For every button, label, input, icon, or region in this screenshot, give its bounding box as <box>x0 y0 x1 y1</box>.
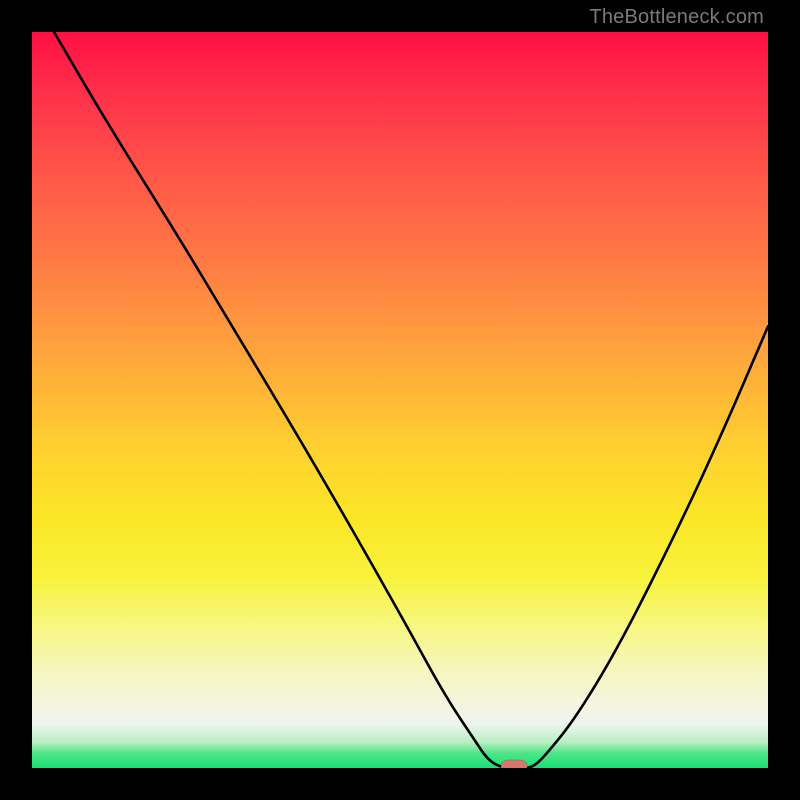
chart-container: TheBottleneck.com <box>0 0 800 800</box>
heat-gradient-background <box>32 32 768 768</box>
plot-area <box>32 32 768 768</box>
watermark-text: TheBottleneck.com <box>589 6 764 29</box>
